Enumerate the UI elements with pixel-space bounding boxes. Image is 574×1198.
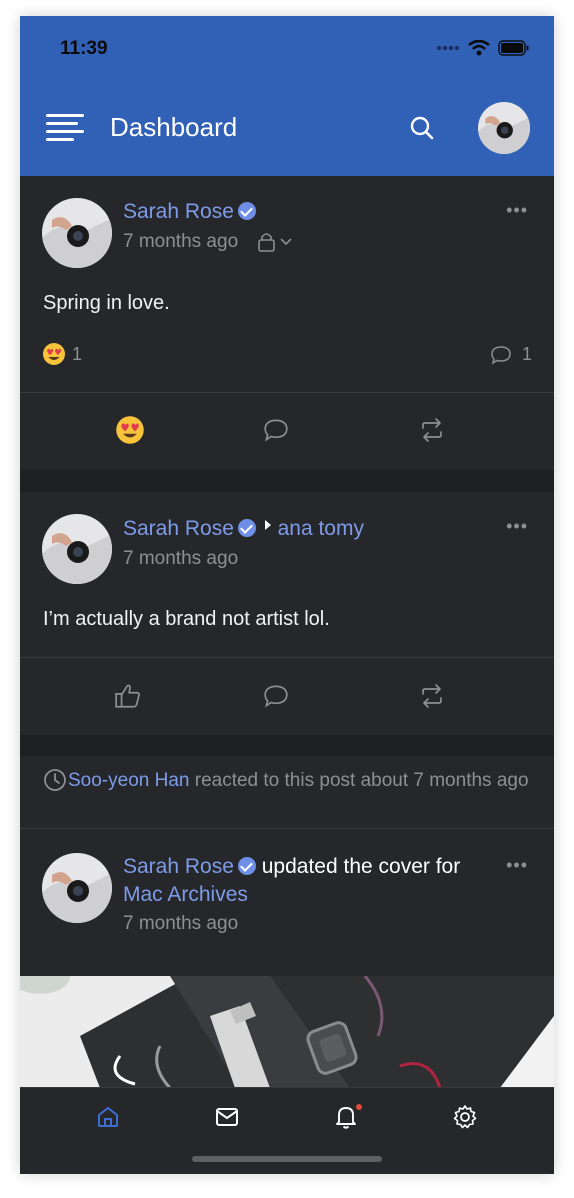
divider xyxy=(20,657,554,658)
user-avatar[interactable] xyxy=(478,102,530,154)
thumbs-up-icon xyxy=(115,684,140,708)
activity-description: reacted to this post about 7 months ago xyxy=(194,770,529,791)
recipient-name[interactable]: ana tomy xyxy=(278,517,364,540)
activity-note: Soo-yeon Han reacted to this post about … xyxy=(20,756,554,828)
post-action-text: updated the cover for xyxy=(261,855,461,878)
more-options-button[interactable]: ••• xyxy=(506,200,528,221)
author-avatar[interactable] xyxy=(42,198,112,268)
post-header: Sarah Rose ana tomy xyxy=(123,515,364,543)
heart-eyes-emoji-icon xyxy=(116,416,144,444)
author-name[interactable]: Sarah Rose xyxy=(123,855,234,878)
author-name[interactable]: Sarah Rose xyxy=(123,517,234,540)
reaction-count: 1 xyxy=(72,343,83,364)
cellular-signal-icon xyxy=(437,46,459,50)
repost-icon xyxy=(422,418,442,442)
post-card: Sarah Rose 7 months ago ••• Spring in lo… xyxy=(20,176,554,470)
nav-settings[interactable] xyxy=(447,1102,483,1132)
divider xyxy=(20,392,554,393)
nav-messages[interactable] xyxy=(209,1102,245,1132)
post-text: Spring in love. xyxy=(43,292,170,314)
comment-button[interactable] xyxy=(256,679,296,713)
privacy-lock-icon[interactable] xyxy=(258,232,294,252)
repost-icon xyxy=(422,684,442,708)
post-time[interactable]: 7 months ago xyxy=(123,913,238,935)
more-options-button[interactable]: ••• xyxy=(506,516,528,537)
home-icon xyxy=(98,1107,118,1127)
comment-icon xyxy=(491,345,511,365)
bell-icon xyxy=(336,1107,356,1129)
cover-image[interactable] xyxy=(20,976,554,1088)
comment-icon xyxy=(264,419,288,442)
activity-user[interactable]: Soo-yeon Han xyxy=(68,770,189,791)
comment-button[interactable] xyxy=(256,413,296,447)
nav-home[interactable] xyxy=(90,1102,126,1132)
post-time[interactable]: 7 months ago xyxy=(123,231,238,253)
home-indicator xyxy=(192,1156,382,1162)
notification-badge xyxy=(356,1104,362,1110)
page-title: Dashboard xyxy=(110,112,238,142)
share-button[interactable] xyxy=(412,679,452,713)
hamburger-menu-icon[interactable] xyxy=(46,114,84,142)
chevron-down-icon xyxy=(280,238,292,246)
wifi-icon xyxy=(468,40,490,56)
author-name[interactable]: Sarah Rose xyxy=(123,200,234,223)
more-options-button[interactable]: ••• xyxy=(506,855,528,876)
status-time: 11:39 xyxy=(60,38,108,59)
clock-icon xyxy=(44,769,66,791)
react-button[interactable] xyxy=(110,413,150,447)
title-bar: Dashboard xyxy=(20,100,554,156)
comment-summary[interactable]: 1 xyxy=(490,344,532,365)
status-indicators xyxy=(436,40,530,56)
bottom-navigation xyxy=(20,1087,554,1174)
reaction-summary[interactable]: 1 xyxy=(42,342,82,366)
post-card: Sarah Rose ana tomy 7 months ago ••• I’m… xyxy=(20,492,554,735)
comment-icon xyxy=(264,685,288,708)
nav-notifications[interactable] xyxy=(328,1102,364,1132)
comment-count: 1 xyxy=(521,344,532,364)
gear-icon xyxy=(453,1105,477,1129)
phone-screen: 11:39 Dashboard Sarah Rose 7 months ago … xyxy=(20,16,554,1174)
author-avatar[interactable] xyxy=(42,853,112,923)
post-time[interactable]: 7 months ago xyxy=(123,548,238,570)
verified-badge-icon xyxy=(237,202,256,220)
activity-text: Soo-yeon Han reacted to this post about … xyxy=(68,766,538,795)
target-page-link[interactable]: Mac Archives xyxy=(123,883,248,906)
post-header: Sarah Rose updated the cover for Mac Arc… xyxy=(123,853,503,909)
post-header: Sarah Rose xyxy=(123,198,256,226)
share-button[interactable] xyxy=(412,413,452,447)
like-button[interactable] xyxy=(108,679,148,713)
post-text: I’m actually a brand not artist lol. xyxy=(43,608,330,630)
mail-icon xyxy=(216,1108,238,1126)
verified-badge-icon xyxy=(237,857,256,875)
heart-eyes-emoji-icon xyxy=(43,343,65,365)
battery-icon xyxy=(498,40,529,56)
app-header: 11:39 Dashboard xyxy=(20,16,554,176)
post-card: Sarah Rose updated the cover for Mac Arc… xyxy=(20,829,554,976)
verified-badge-icon xyxy=(237,519,256,537)
triangle-right-icon xyxy=(264,520,271,530)
search-icon[interactable] xyxy=(408,114,436,142)
author-avatar[interactable] xyxy=(42,514,112,584)
